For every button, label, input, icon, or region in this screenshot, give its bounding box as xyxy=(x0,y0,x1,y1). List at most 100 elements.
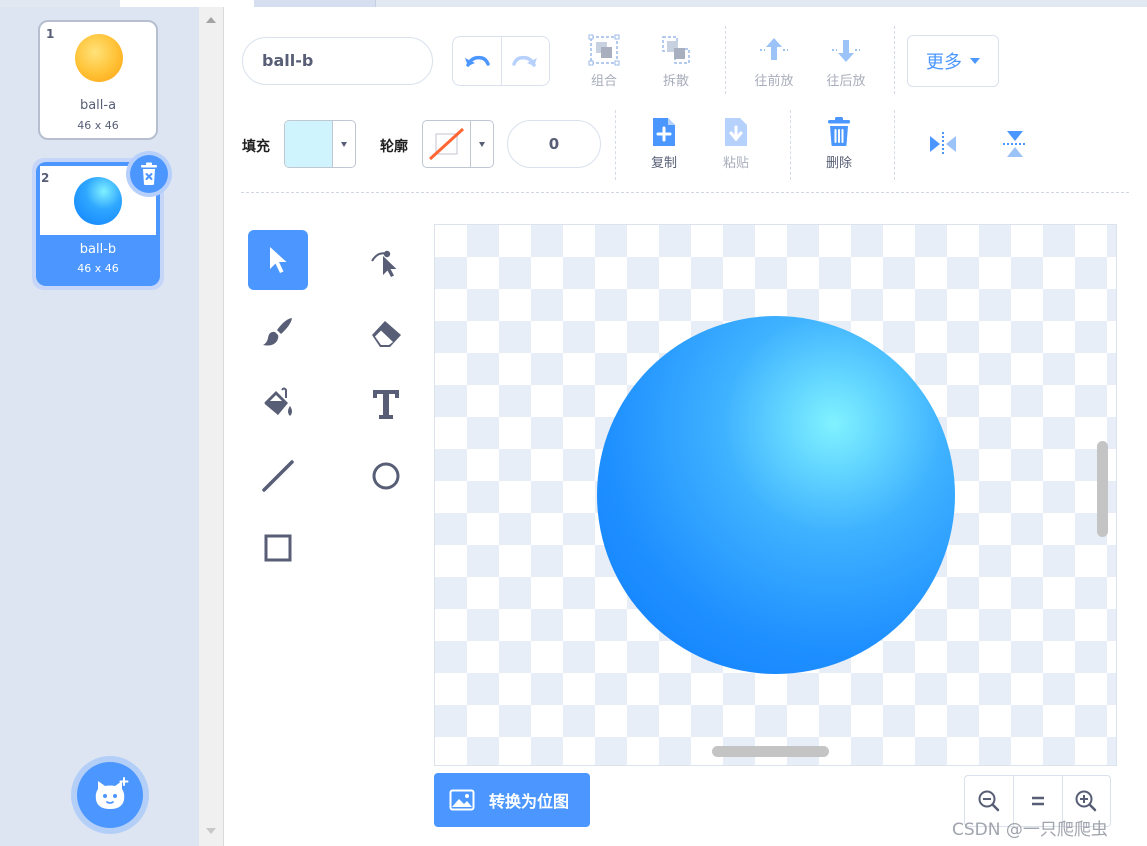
toolbar-separator xyxy=(241,192,1129,193)
ungroup-icon xyxy=(662,36,690,64)
copy-icon xyxy=(653,118,675,146)
convert-to-bitmap-label: 转换为位图 xyxy=(489,792,570,811)
editor-tab-strip xyxy=(0,0,1147,7)
forward-label: 往前放 xyxy=(754,74,794,89)
tab-sounds[interactable] xyxy=(254,0,376,7)
convert-to-bitmap-button[interactable]: 转换为位图 xyxy=(434,773,590,827)
tool-rectangle[interactable] xyxy=(248,518,308,578)
toolbar-divider xyxy=(894,26,895,94)
flip-horizontal-button[interactable] xyxy=(925,128,961,160)
canvas-horizontal-scrollbar[interactable] xyxy=(712,746,829,757)
paste-icon xyxy=(725,118,747,146)
choose-costume-button[interactable] xyxy=(71,756,149,834)
costume-number: 2 xyxy=(41,171,50,185)
caret-down-icon xyxy=(478,141,485,147)
zoom-out-icon xyxy=(978,790,1000,812)
fill-bucket-icon xyxy=(264,387,292,416)
group-label: 组合 xyxy=(590,74,617,89)
ball-shape[interactable] xyxy=(597,316,955,674)
costume-name-input[interactable]: ball-b xyxy=(242,37,433,85)
tool-eraser[interactable] xyxy=(356,302,416,362)
scroll-down-arrow-icon[interactable] xyxy=(206,828,216,834)
delete-label: 删除 xyxy=(825,156,852,171)
costume-size: 46 x 46 xyxy=(77,119,119,132)
bitmap-image-icon xyxy=(449,789,475,811)
tab-costumes[interactable] xyxy=(120,0,254,7)
delete-costume-button[interactable] xyxy=(126,151,172,197)
outline-width-input[interactable]: 0 xyxy=(507,120,601,168)
backward-button[interactable]: 往后放 xyxy=(822,34,870,89)
text-icon xyxy=(373,390,399,419)
caret-down-icon xyxy=(340,141,347,147)
circle-icon xyxy=(372,462,400,490)
costume-thumbnail xyxy=(75,34,123,82)
tool-reshape[interactable] xyxy=(356,230,416,290)
forward-button[interactable]: 往前放 xyxy=(750,34,798,89)
trash-icon xyxy=(141,162,157,185)
tool-select[interactable] xyxy=(248,230,308,290)
outline-dropdown[interactable] xyxy=(470,121,492,167)
paste-label: 粘贴 xyxy=(722,156,749,171)
flip-vertical-icon xyxy=(1003,131,1027,157)
flip-vertical-button[interactable] xyxy=(997,128,1033,160)
redo-button[interactable] xyxy=(500,37,549,85)
costume-thumbnail xyxy=(74,177,122,225)
bring-forward-icon xyxy=(760,38,788,60)
costume-name: ball-b xyxy=(79,242,117,257)
cat-add-icon xyxy=(95,777,129,809)
costume-size: 46 x 46 xyxy=(77,262,119,275)
backward-label: 往后放 xyxy=(826,74,866,89)
eraser-icon xyxy=(372,321,401,347)
tool-text[interactable] xyxy=(356,374,416,434)
fill-label: 填充 xyxy=(242,139,270,155)
fill-color-picker[interactable] xyxy=(284,120,356,168)
paste-button[interactable]: 粘贴 xyxy=(716,116,756,171)
send-backward-icon xyxy=(832,40,860,62)
trash-icon xyxy=(828,117,850,146)
toolbar-divider xyxy=(725,26,726,94)
toolbar-divider xyxy=(894,110,895,180)
undo-icon xyxy=(464,55,490,67)
copy-label: 复制 xyxy=(650,156,677,171)
select-arrow-icon xyxy=(270,247,287,273)
zoom-reset-icon xyxy=(1032,796,1044,806)
line-icon xyxy=(262,460,294,492)
copy-button[interactable]: 复制 xyxy=(644,116,684,171)
outline-label: 轮廓 xyxy=(380,139,408,155)
group-icon xyxy=(588,34,620,66)
fill-dropdown[interactable] xyxy=(332,121,354,167)
paint-canvas[interactable] xyxy=(434,224,1117,766)
ungroup-button[interactable]: 拆散 xyxy=(656,34,696,89)
redo-icon xyxy=(512,55,538,67)
costume-list-scrollbar[interactable] xyxy=(199,7,224,846)
outline-color-picker[interactable] xyxy=(422,120,494,168)
tool-fill[interactable] xyxy=(248,374,308,434)
undo-redo-group xyxy=(452,36,550,86)
ungroup-label: 拆散 xyxy=(662,74,689,89)
watermark: CSDN @一只爬爬虫 xyxy=(952,820,1108,840)
caret-down-icon xyxy=(970,58,980,64)
flip-horizontal-icon xyxy=(930,132,956,156)
zoom-in-icon xyxy=(1075,790,1097,812)
costume-name: ball-a xyxy=(79,98,117,113)
canvas-vertical-scrollbar[interactable] xyxy=(1097,441,1108,537)
toolbar-divider xyxy=(790,110,791,180)
scroll-up-arrow-icon[interactable] xyxy=(206,17,216,23)
outline-swatch[interactable] xyxy=(423,121,470,167)
tool-line[interactable] xyxy=(248,446,308,506)
delete-button[interactable]: 删除 xyxy=(819,116,859,171)
brush-icon xyxy=(263,318,292,346)
more-label: 更多 xyxy=(926,52,962,73)
undo-button[interactable] xyxy=(453,37,501,85)
rectangle-icon xyxy=(264,534,292,562)
no-color-icon xyxy=(428,127,465,161)
fill-swatch[interactable] xyxy=(285,121,332,167)
more-button[interactable]: 更多 xyxy=(907,35,999,87)
tool-brush[interactable] xyxy=(248,302,308,362)
costume-tile-1[interactable]: 1 ball-a 46 x 46 xyxy=(38,20,158,140)
reshape-icon xyxy=(371,250,397,277)
tool-circle[interactable] xyxy=(356,446,416,506)
group-button[interactable]: 组合 xyxy=(584,34,624,89)
costume-number: 1 xyxy=(46,27,55,41)
toolbar-divider xyxy=(615,110,616,180)
